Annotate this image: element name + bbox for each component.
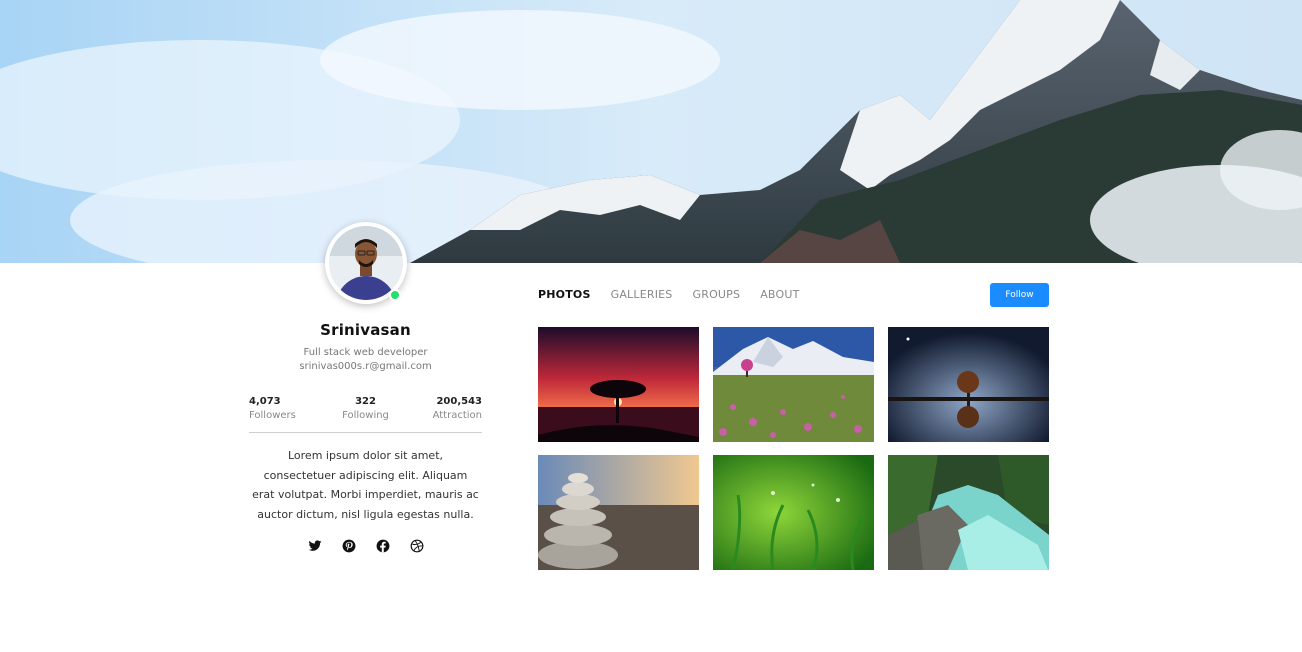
stat-followers[interactable]: 4,073 Followers [249,396,319,421]
stat-label: Attraction [432,410,482,421]
pinterest-icon[interactable] [342,539,356,553]
facebook-icon[interactable] [376,539,390,553]
tab-galleries[interactable]: GALLERIES [611,288,673,301]
profile-stats: 4,073 Followers 322 Following 200,543 At… [249,396,482,433]
profile-card: Srinivasan Full stack web developer srin… [249,222,482,553]
dribbble-icon[interactable] [410,539,424,553]
stat-label: Followers [249,410,296,421]
profile-role: Full stack web developer [303,347,428,358]
photo-grid [538,327,1049,570]
tab-photos[interactable]: PHOTOS [538,288,591,301]
cover-image [0,0,1302,263]
stat-label: Following [342,410,389,421]
night-tree-reflection-photo[interactable] [888,327,1049,442]
online-status-dot [388,289,401,301]
green-grass-photo[interactable] [713,455,874,570]
tab-about[interactable]: ABOUT [760,288,799,301]
mountain-meadow-photo[interactable] [713,327,874,442]
stat-following[interactable]: 322 Following [331,396,401,421]
twitter-icon[interactable] [308,539,322,553]
profile-name: Srinivasan [320,321,411,339]
profile-bio: Lorem ipsum dolor sit amet, consectetuer… [252,449,479,521]
stat-value: 4,073 [249,396,281,407]
profile-tabs: PHOTOS GALLERIES GROUPS ABOUT [538,288,800,301]
follow-button[interactable]: Follow [990,283,1049,307]
stat-value: 200,543 [436,396,482,407]
stat-value: 322 [355,396,376,407]
forest-river-photo[interactable] [888,455,1049,570]
tab-groups[interactable]: GROUPS [693,288,741,301]
social-links [249,539,482,553]
stacked-stones-photo[interactable] [538,455,699,570]
stat-attraction[interactable]: 200,543 Attraction [412,396,482,421]
profile-email[interactable]: srinivas000s.r@gmail.com [249,361,482,372]
sunset-tree-photo[interactable] [538,327,699,442]
avatar-container [324,222,407,304]
